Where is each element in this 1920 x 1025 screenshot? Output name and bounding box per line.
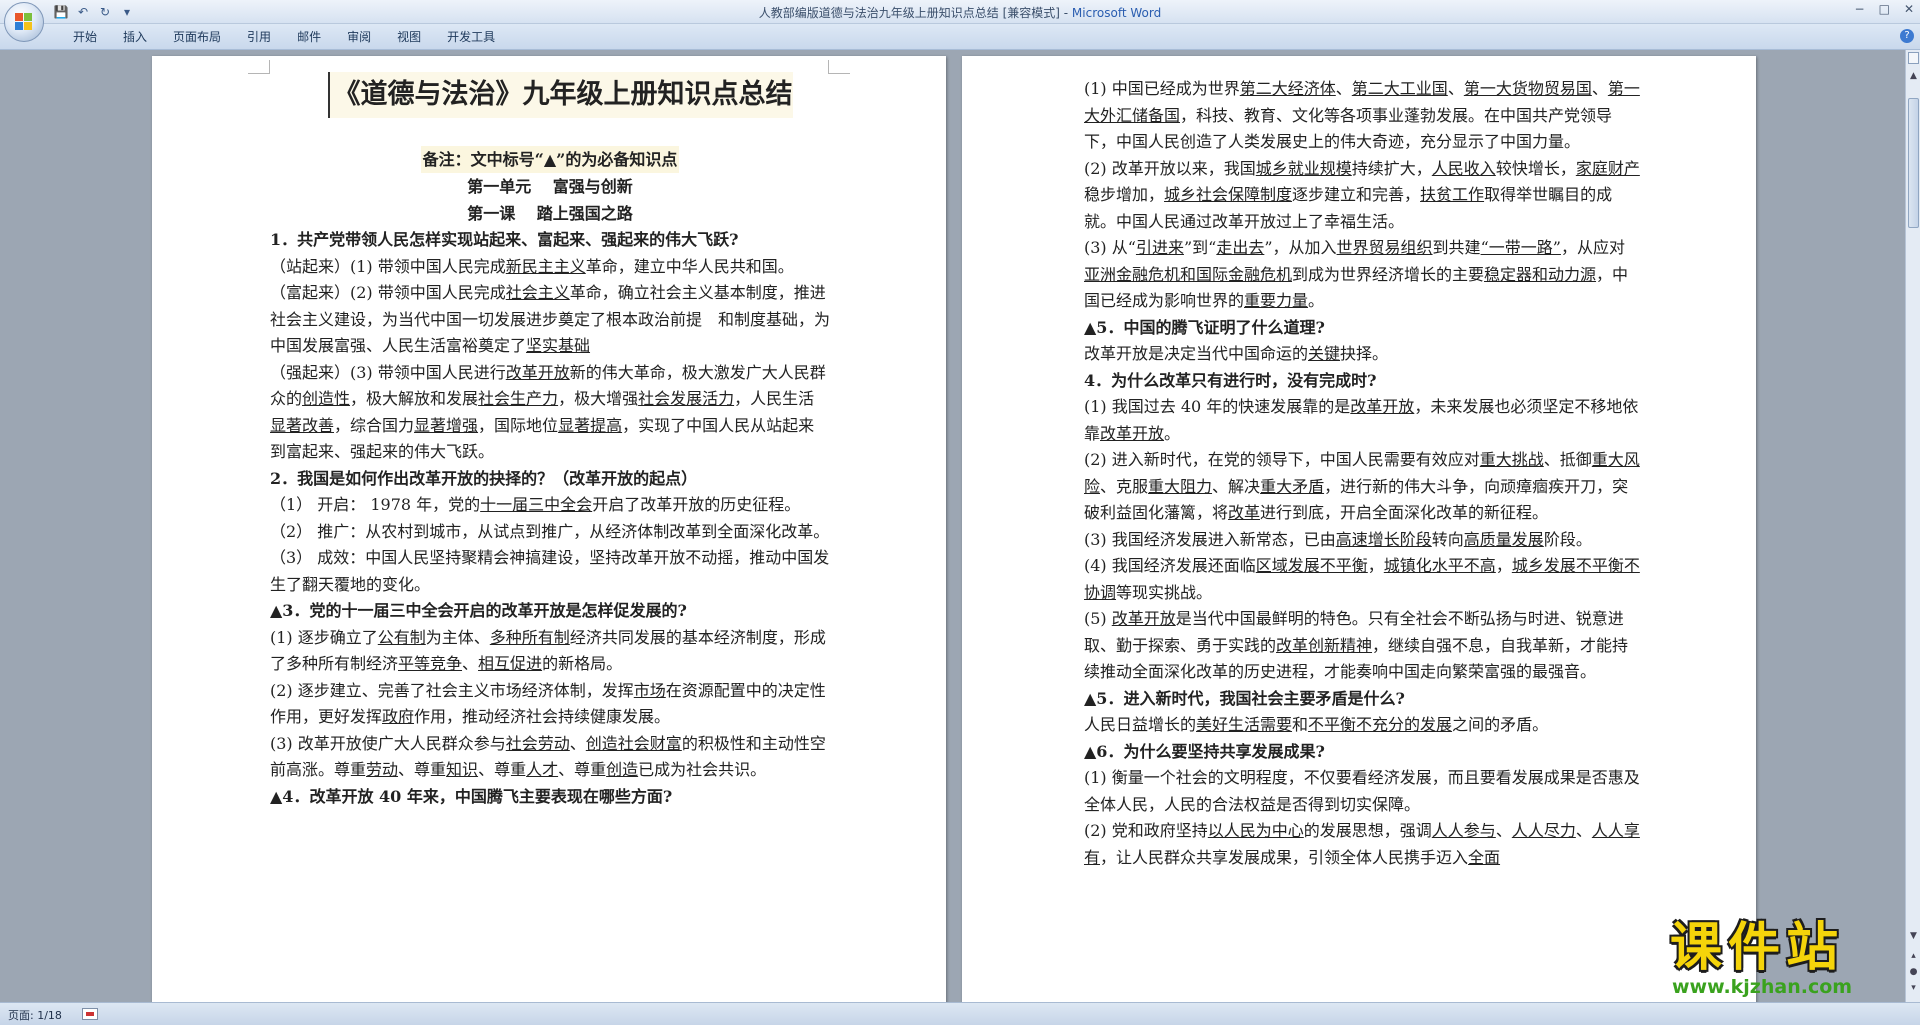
paragraph: (2) 逐步建立、完善了社会主义市场经济体制，发挥市场在资源配置中的决定性作用，…: [270, 680, 826, 727]
close-icon[interactable]: ✕: [1904, 2, 1914, 16]
left-paragraphs: 1．共产党带领人民怎样实现站起来、富起来、强起来的伟大飞跃? （站起来）(1) 带…: [270, 227, 830, 810]
note-line: 备注：文中标号“▲”的为必备知识点: [270, 146, 830, 173]
question-heading: ▲4．改革开放 40 年来，中国腾飞主要表现在哪些方面?: [270, 786, 673, 806]
crop-mark: [828, 60, 850, 74]
tab-mailings[interactable]: 邮件: [284, 29, 334, 45]
paragraph: （强起来）(3) 带领中国人民进行改革开放新的伟大革命，极大激发广大人民群众的创…: [270, 362, 826, 462]
ruler-toggle-icon[interactable]: [1908, 52, 1919, 64]
paragraph: (1) 我国过去 40 年的快速发展靠的是改革开放，未来发展也必须坚定不移地依靠…: [1084, 397, 1639, 443]
window-controls: − □ ✕: [1855, 2, 1914, 16]
tab-references[interactable]: 引用: [234, 29, 284, 45]
tab-home[interactable]: 开始: [60, 29, 110, 45]
office-logo-icon: [15, 13, 33, 31]
lesson-heading: 第一课 踏上强国之路: [467, 204, 633, 223]
question-heading: ▲3．党的十一届三中全会开启的改革开放是怎样促发展的?: [270, 601, 687, 620]
paragraph: （富起来）(2) 带领中国人民完成社会主义革命，确立社会主义基本制度，推进社会主…: [270, 283, 831, 355]
paragraph: (2) 党和政府坚持以人民为中心的发展思想，强调人人参与、人人尽力、人人享有，让…: [1084, 821, 1640, 867]
office-button[interactable]: [4, 2, 44, 42]
paragraph: (1) 逐步确立了公有制为主体、多种所有制经济共同发展的基本经济制度，形成了多种…: [270, 627, 826, 674]
paragraph: 改革开放是决定当代中国命运的关键抉择。: [1084, 344, 1389, 363]
document-heading: 《道德与法治》九年级上册知识点总结: [327, 72, 793, 118]
paragraph: (3) 改革开放使广大人民群众参与社会劳动、创造社会财富的积极性和主动性空前高涨…: [270, 733, 826, 780]
vertical-scrollbar[interactable]: ▲ ▼ ▴ ● ▾: [1905, 50, 1920, 1002]
minimize-icon[interactable]: −: [1855, 2, 1865, 16]
document-workspace: 《道德与法治》九年级上册知识点总结 备注：文中标号“▲”的为必备知识点 第一单元…: [0, 50, 1905, 1002]
right-paragraphs: (1) 中国已经成为世界第二大经济体、第二大工业国、第一大货物贸易国、第一大外汇…: [1084, 76, 1640, 871]
paragraph: (4) 我国经济发展还面临区域发展不平衡，城镇化水平不高，城乡发展不平衡不协调等…: [1084, 556, 1640, 602]
document-page-left: 《道德与法治》九年级上册知识点总结 备注：文中标号“▲”的为必备知识点 第一单元…: [152, 56, 946, 1002]
paragraph: （3） 成效：中国人民坚持聚精会神搞建设，坚持改革开放不动摇，推动中国发生了翻天…: [270, 548, 830, 594]
window-title: 人教部编版道德与法治九年级上册知识点总结 [兼容模式] - Microsoft …: [0, 4, 1920, 21]
unit-heading: 第一单元 富强与创新: [467, 177, 633, 196]
ribbon-tabs: 开始 插入 页面布局 引用 邮件 审阅 视图 开发工具: [60, 29, 508, 45]
question-heading: 1．共产党带领人民怎样实现站起来、富起来、强起来的伟大飞跃?: [270, 230, 739, 249]
watermark-url: www.kjzhan.com: [1672, 976, 1853, 998]
question-heading: 4．为什么改革只有进行时，没有完成时?: [1084, 370, 1377, 390]
tab-developer[interactable]: 开发工具: [434, 29, 508, 45]
tab-insert[interactable]: 插入: [110, 29, 160, 45]
paragraph: (3) 从“引进来”到“走出去”，从加入世界贸易组织到共建“一带一路”，从应对亚…: [1084, 238, 1629, 310]
crop-mark: [248, 60, 270, 74]
title-bar: 💾 ↶ ↻ ▾ 人教部编版道德与法治九年级上册知识点总结 [兼容模式] - Mi…: [0, 0, 1920, 24]
site-watermark: 课件站 www.kjzhan.com: [1668, 920, 1918, 1002]
maximize-icon[interactable]: □: [1879, 2, 1890, 16]
tab-page-layout[interactable]: 页面布局: [160, 29, 234, 45]
paragraph: （1） 开启： 1978 年，党的十一届三中全会开启了改革开放的历史征程。: [270, 495, 801, 514]
paragraph: 人民日益增长的美好生活需要和不平衡不充分的发展之间的矛盾。: [1084, 715, 1549, 734]
paragraph: （2） 推广：从农村到城市，从试点到推广，从经济体制改革到全面深化改革。: [270, 521, 830, 541]
ribbon: 开始 插入 页面布局 引用 邮件 审阅 视图 开发工具 ?: [0, 24, 1920, 50]
tab-view[interactable]: 视图: [384, 29, 434, 45]
question-heading: ▲6．为什么要坚持共享发展成果?: [1084, 741, 1325, 761]
paragraph: (2) 进入新时代，在党的领导下，中国人民需要有效应对重大挑战、抵御重大风险、克…: [1084, 450, 1640, 522]
tab-review[interactable]: 审阅: [334, 29, 384, 45]
question-heading: ▲5．进入新时代，我国社会主要矛盾是什么?: [1084, 688, 1405, 708]
watermark-logo: 课件站: [1670, 918, 1845, 978]
document-title: 人教部编版道德与法治九年级上册知识点总结 [兼容模式] -: [758, 6, 1072, 20]
paragraph: (3) 我国经济发展进入新常态，已由高速增长阶段转向高质量发展阶段。: [1084, 529, 1592, 549]
paragraph: (2) 改革开放以来，我国城乡就业规模持续扩大，人民收入较快增长，家庭财产稳步增…: [1084, 158, 1640, 231]
document-page-right: (1) 中国已经成为世界第二大经济体、第二大工业国、第一大货物贸易国、第一大外汇…: [962, 56, 1756, 1002]
question-heading: 2．我国是如何作出改革开放的抉择的？（改革开放的起点）: [270, 468, 698, 488]
proofing-icon[interactable]: [82, 1008, 98, 1020]
page-count[interactable]: 页面: 1/18: [8, 1007, 62, 1023]
paragraph: (5) 改革开放是当代中国最鲜明的特色。只有全社会不断弘扬与时进、锐意进取、勤于…: [1084, 609, 1629, 681]
scroll-up-icon[interactable]: ▲: [1908, 70, 1919, 82]
scroll-thumb[interactable]: [1908, 98, 1919, 228]
question-heading: ▲5．中国的腾飞证明了什么道理?: [1084, 317, 1325, 337]
help-icon[interactable]: ?: [1900, 29, 1914, 43]
app-name: Microsoft Word: [1071, 6, 1162, 20]
note-text: 备注：文中标号“▲”的为必备知识点: [420, 146, 680, 173]
page-content[interactable]: 《道德与法治》九年级上册知识点总结 备注：文中标号“▲”的为必备知识点 第一单元…: [270, 72, 830, 810]
paragraph: (1) 中国已经成为世界第二大经济体、第二大工业国、第一大货物贸易国、第一大外汇…: [1084, 79, 1640, 151]
page-content[interactable]: (1) 中国已经成为世界第二大经济体、第二大工业国、第一大货物贸易国、第一大外汇…: [1084, 76, 1640, 871]
status-bar: 页面: 1/18: [0, 1002, 1920, 1025]
paragraph: （站起来）(1) 带领中国人民完成新民主主义革命，建立中华人民共和国。: [270, 256, 794, 276]
paragraph: (1) 衡量一个社会的文明程度，不仅要看经济发展，而且要看发展成果是否惠及全体人…: [1084, 768, 1640, 814]
